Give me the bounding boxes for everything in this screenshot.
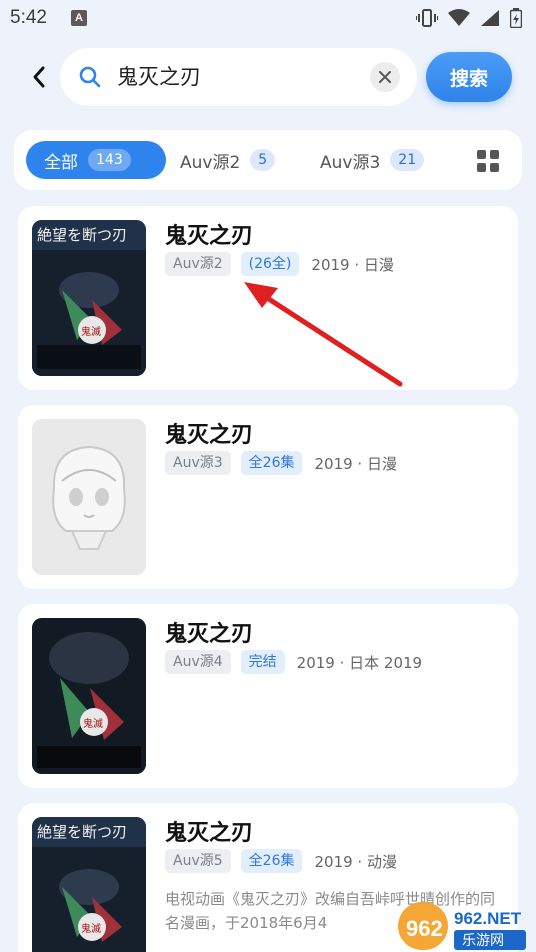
source-tag: Auv源3	[165, 451, 231, 475]
source-tabs: 全部 143 Auv源2 5 Auv源3 21	[14, 130, 522, 190]
watermark-line1: 962.NET	[454, 909, 522, 928]
result-meta: Auv源2 (26全) 2019 · 日漫	[165, 252, 394, 276]
svg-text:鬼滅: 鬼滅	[81, 922, 101, 935]
back-button[interactable]	[24, 62, 54, 92]
year-region: 2019 · 日本 2019	[296, 653, 423, 672]
svg-text:絶望を断つ刃: 絶望を断つ刃	[37, 823, 127, 841]
grid-view-icon[interactable]	[476, 149, 500, 173]
close-icon	[379, 71, 391, 83]
tab-auv3[interactable]: Auv源3 21	[320, 141, 425, 179]
tab-count-badge: 143	[88, 149, 131, 171]
status-time: 5:42	[10, 7, 47, 28]
result-title: 鬼灭之刃	[165, 423, 254, 448]
result-title: 鬼灭之刃	[165, 622, 254, 647]
svg-text:鬼滅: 鬼滅	[83, 717, 103, 730]
tab-label: 全部	[44, 152, 78, 173]
year-region: 2019 · 日漫	[314, 454, 397, 473]
result-meta: Auv源5 全26集 2019 · 动漫	[165, 849, 397, 873]
search-box[interactable]: 鬼灭之刃	[60, 48, 417, 106]
source-tag: Auv源4	[165, 650, 231, 674]
vibrate-icon	[416, 9, 438, 27]
episodes-tag: 全26集	[240, 849, 303, 873]
episodes-tag: 全26集	[240, 451, 303, 475]
svg-text:絶望を断つ刃: 絶望を断つ刃	[37, 226, 127, 244]
result-meta: Auv源3 全26集 2019 · 日漫	[165, 451, 397, 475]
poster-image: 絶望を断つ刃 鬼滅	[32, 220, 146, 376]
source-tag: Auv源2	[165, 252, 231, 276]
signal-icon	[481, 10, 499, 26]
clear-search-button[interactable]	[370, 62, 400, 92]
tab-all[interactable]: 全部 143	[26, 141, 166, 179]
app-notification-icon: A	[70, 10, 87, 26]
tab-count-badge: 5	[250, 149, 276, 171]
site-watermark: 962 962.NET 乐游网	[398, 900, 536, 952]
placeholder-poster-image	[32, 419, 146, 575]
search-row: 鬼灭之刃 搜索	[0, 48, 536, 106]
episodes-tag: 完结	[240, 650, 285, 674]
result-meta: Auv源4 完结 2019 · 日本 2019	[165, 650, 422, 674]
year-region: 2019 · 动漫	[314, 852, 397, 871]
search-button[interactable]: 搜索	[426, 52, 512, 102]
annotation-arrow	[244, 282, 403, 387]
tab-label: Auv源3	[320, 152, 381, 173]
result-card[interactable]: 鬼灭之刃 Auv源3 全26集 2019 · 日漫	[18, 405, 518, 589]
chevron-left-icon	[33, 66, 45, 88]
status-bar: 5:42 A	[0, 0, 536, 36]
battery-icon	[510, 8, 522, 28]
svg-text:962: 962	[406, 916, 443, 941]
svg-text:鬼滅: 鬼滅	[81, 325, 101, 338]
poster-image: 鬼滅	[32, 618, 146, 774]
wifi-icon	[448, 9, 470, 26]
result-title: 鬼灭之刃	[165, 821, 254, 846]
poster-image: 絶望を断つ刃 鬼滅	[32, 817, 146, 952]
source-tag: Auv源5	[165, 849, 231, 873]
result-title: 鬼灭之刃	[165, 224, 254, 249]
year-region: 2019 · 日漫	[311, 255, 394, 274]
tab-label: Auv源2	[180, 152, 241, 173]
status-icons	[416, 8, 522, 28]
episodes-tag: (26全)	[240, 252, 300, 276]
tab-count-badge: 21	[390, 149, 425, 171]
search-icon	[79, 66, 101, 88]
result-card[interactable]: 鬼滅 鬼灭之刃 Auv源4 完结 2019 · 日本 2019	[18, 604, 518, 788]
tab-auv2[interactable]: Auv源2 5	[180, 141, 276, 179]
watermark-line2: 乐游网	[462, 933, 504, 949]
search-input[interactable]: 鬼灭之刃	[117, 62, 201, 92]
